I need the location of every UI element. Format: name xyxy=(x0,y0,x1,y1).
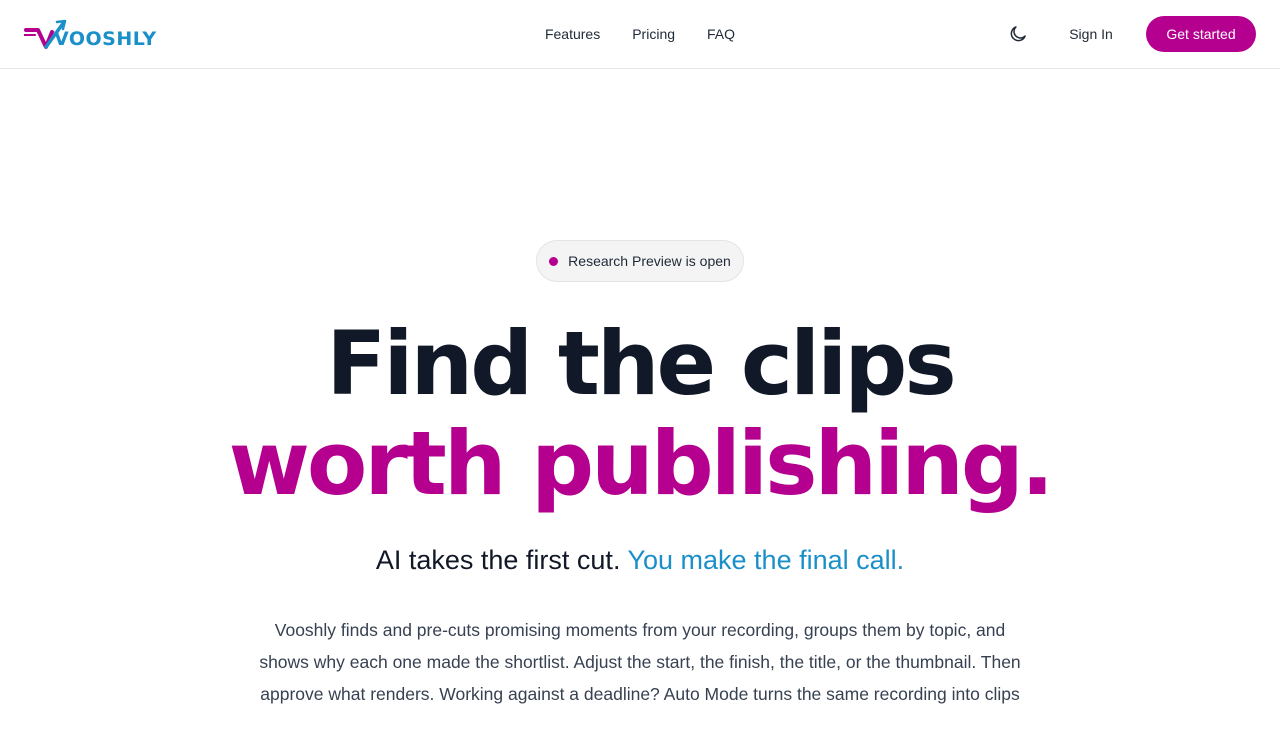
nav-link-features[interactable]: Features xyxy=(545,24,600,44)
hero-tagline: AI takes the first cut. You make the fin… xyxy=(0,540,1280,580)
nav-link-faq[interactable]: FAQ xyxy=(707,24,735,44)
moon-icon xyxy=(1010,26,1026,42)
badge-label: Research Preview is open xyxy=(568,253,731,269)
brand-name: VOOSHLY xyxy=(54,28,157,50)
research-preview-badge: Research Preview is open xyxy=(536,240,744,282)
status-dot-icon xyxy=(549,256,559,266)
hero-description: Vooshly finds and pre-cuts promising mom… xyxy=(259,620,1021,704)
sign-in-link[interactable]: Sign In xyxy=(1060,24,1122,44)
theme-toggle-button[interactable] xyxy=(1006,22,1030,46)
get-started-button[interactable]: Get started xyxy=(1146,16,1256,52)
hero-title-line2: worth publishing. xyxy=(228,412,1055,515)
tagline-part1: AI takes the first cut. xyxy=(375,545,621,575)
top-navbar: VOOSHLY Features Pricing FAQ Sign In Get… xyxy=(0,0,1280,69)
hero-title-line1: Find the clips xyxy=(326,312,956,415)
tagline-part2: You make the final call. xyxy=(627,545,905,575)
brand-logo[interactable]: VOOSHLY xyxy=(24,18,176,52)
nav-link-pricing[interactable]: Pricing xyxy=(632,24,675,44)
